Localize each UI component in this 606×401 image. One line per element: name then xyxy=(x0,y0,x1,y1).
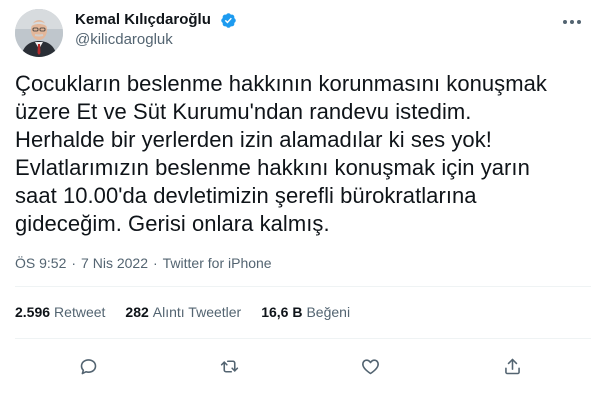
tweet-text-line: gideceğim. Gerisi onlara kalmış. xyxy=(15,211,330,236)
tweet-date[interactable]: 7 Nis 2022 xyxy=(81,255,148,271)
retweets-label: Retweet xyxy=(54,304,106,320)
retweets-stat[interactable]: 2.596 Retweet xyxy=(15,304,105,320)
quote-tweets-count: 282 xyxy=(125,304,149,320)
tweet-time[interactable]: ÖS 9:52 xyxy=(15,255,66,271)
likes-label: Beğeni xyxy=(306,304,351,320)
retweets-count: 2.596 xyxy=(15,304,51,320)
like-button[interactable] xyxy=(356,352,384,380)
author-display-name[interactable]: Kemal Kılıçdaroğlu xyxy=(75,10,211,30)
share-button[interactable] xyxy=(498,352,526,380)
verified-badge-icon xyxy=(221,13,236,28)
meta-separator: · xyxy=(71,255,77,271)
retweet-icon xyxy=(220,359,238,373)
tweet-stats: 2.596 Retweet 282 Alıntı Tweetler 16,6 B Be… xyxy=(15,304,370,324)
reply-icon xyxy=(80,358,96,374)
tweet-text-line: Herhalde bir yerlerden izin alamadılar k… xyxy=(15,127,492,152)
avatar[interactable] xyxy=(15,9,63,57)
tweet-source[interactable]: Twitter for iPhone xyxy=(163,255,272,271)
meta-separator: · xyxy=(152,255,158,271)
share-icon xyxy=(504,358,520,374)
reply-button[interactable] xyxy=(74,352,102,380)
tweet-actions xyxy=(0,352,606,380)
divider xyxy=(15,338,591,339)
more-options-icon[interactable] xyxy=(560,12,584,32)
quote-tweets-stat[interactable]: 282 Alıntı Tweetler xyxy=(125,304,241,320)
divider xyxy=(15,286,591,287)
tweet-text-line: Çocukların beslenme hakkının korunmasını… xyxy=(15,71,547,96)
tweet-text-line: üzere Et ve Süt Kurumu'ndan randevu iste… xyxy=(15,99,472,124)
tweet-metadata: ÖS 9:52 · 7 Nis 2022 · Twitter for iPhone xyxy=(15,254,272,272)
likes-stat[interactable]: 16,6 B Beğeni xyxy=(261,304,350,320)
tweet: Kemal Kılıçdaroğlu @kilicdarogluk Çocukl… xyxy=(0,0,606,401)
like-icon xyxy=(361,358,379,374)
quote-tweets-label: Alıntı Tweetler xyxy=(152,304,242,320)
tweet-text-line: Evlatlarımızın beslenme hakkını konuşmak… xyxy=(15,155,530,180)
retweet-button[interactable] xyxy=(215,352,243,380)
tweet-text-line: saat 10.00'da devletimizin şerefli bürok… xyxy=(15,183,477,208)
author-handle[interactable]: @kilicdarogluk xyxy=(75,30,173,50)
tweet-text: Çocukların beslenme hakkının korunmasını… xyxy=(15,70,595,238)
likes-count: 16,6 B xyxy=(261,304,303,320)
